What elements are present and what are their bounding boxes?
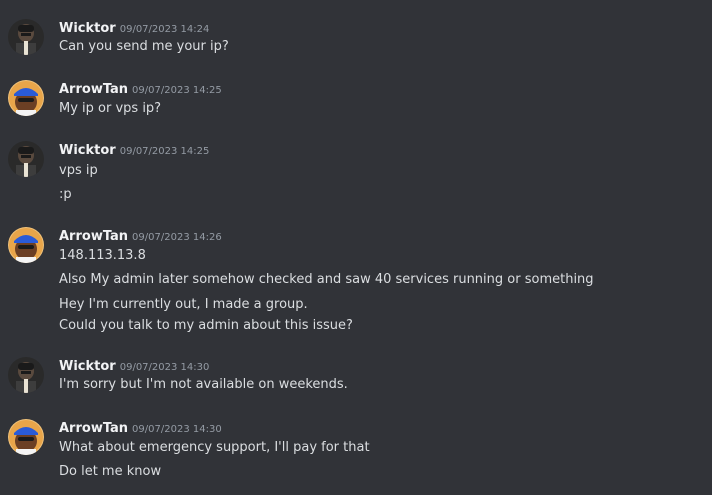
- message-text: Also My admin later somehow checked and …: [59, 272, 594, 287]
- wicktor-avatar[interactable]: [8, 141, 44, 177]
- message-text: Do let me know: [59, 464, 162, 479]
- username[interactable]: ArrowTan: [59, 229, 128, 244]
- message-text: Can you send me your ip?: [59, 39, 229, 54]
- wicktor-avatar[interactable]: [8, 357, 44, 393]
- timestamp[interactable]: 09/07/2023 14:30: [132, 424, 222, 435]
- arrowtan-avatar[interactable]: [8, 227, 44, 263]
- message-text: vps ip: [59, 163, 98, 178]
- timestamp[interactable]: 09/07/2023 14:25: [120, 146, 210, 157]
- timestamp[interactable]: 09/07/2023 14:26: [132, 232, 222, 243]
- arrowtan-avatar[interactable]: [8, 80, 44, 116]
- arrowtan-avatar[interactable]: [8, 419, 44, 455]
- message-text: Hey I'm currently out, I made a group.: [59, 297, 308, 312]
- username[interactable]: Wicktor: [59, 143, 116, 158]
- timestamp[interactable]: 09/07/2023 14:30: [120, 362, 210, 373]
- timestamp[interactable]: 09/07/2023 14:25: [132, 85, 222, 96]
- message-header: Wicktor 09/07/2023 14:25: [59, 141, 210, 158]
- message-text: I'm sorry but I'm not available on weeke…: [59, 377, 348, 392]
- message-header: ArrowTan 09/07/2023 14:25: [59, 80, 222, 97]
- username[interactable]: ArrowTan: [59, 82, 128, 97]
- message-text: 148.113.13.8: [59, 248, 146, 263]
- message-text: Could you talk to my admin about this is…: [59, 318, 353, 333]
- message-header: ArrowTan 09/07/2023 14:30: [59, 419, 222, 436]
- wicktor-avatar[interactable]: [8, 19, 44, 55]
- message-header: Wicktor 09/07/2023 14:30: [59, 357, 210, 374]
- message-header: ArrowTan 09/07/2023 14:26: [59, 227, 222, 244]
- message-text: :p: [59, 187, 72, 202]
- username[interactable]: ArrowTan: [59, 421, 128, 436]
- chat-message-list: Wicktor 09/07/2023 14:24 Can you send me …: [0, 0, 712, 495]
- timestamp[interactable]: 09/07/2023 14:24: [120, 24, 210, 35]
- username[interactable]: Wicktor: [59, 359, 116, 374]
- message-text: What about emergency support, I'll pay f…: [59, 440, 370, 455]
- message-header: Wicktor 09/07/2023 14:24: [59, 19, 210, 36]
- message-text: My ip or vps ip?: [59, 101, 162, 116]
- username[interactable]: Wicktor: [59, 21, 116, 36]
